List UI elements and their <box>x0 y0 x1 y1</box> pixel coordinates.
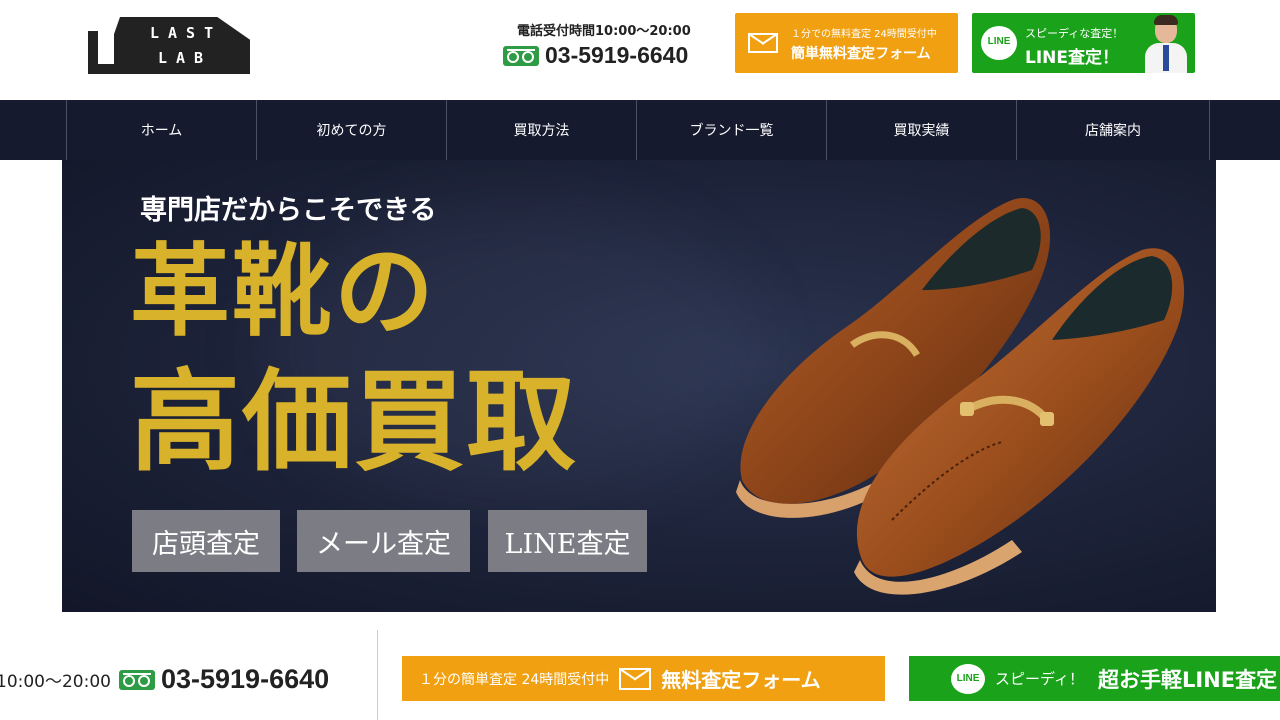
mail-icon <box>748 33 778 53</box>
badge-mail-assessment: メール査定 <box>297 510 470 572</box>
hero-title-line2: 高価買取 <box>130 357 578 486</box>
nav-item-purchase-results[interactable]: 買取実績 <box>826 100 1016 160</box>
phone-number[interactable]: 03-5919-6640 <box>545 42 688 69</box>
divider <box>377 630 378 720</box>
bottom-phone[interactable]: 10:00〜20:00 03-5919-6640 <box>0 664 329 695</box>
nav-item-store-info[interactable]: 店舗案内 <box>1016 100 1210 160</box>
contact-bar: 10:00〜20:00 03-5919-6640 １分の簡単査定 24時間受付中… <box>0 612 1280 720</box>
nav-item-first-time[interactable]: 初めての方 <box>256 100 446 160</box>
freedial-icon <box>118 669 155 690</box>
line-assessment-button[interactable]: LINE スピーディな査定！ LINE査定！ <box>972 13 1195 73</box>
badge-line-assessment: LINE査定 <box>488 510 647 572</box>
nav-item-purchase-method[interactable]: 買取方法 <box>446 100 636 160</box>
bottom-line-label: 超お手軽LINE査定 <box>1097 667 1278 692</box>
freedial-icon <box>503 45 539 66</box>
bottom-phone-hours: 10:00〜20:00 <box>0 672 111 692</box>
bottom-line-button[interactable]: LINE スピーディ！ 超お手軽LINE査定 <box>909 656 1280 701</box>
badge-store-assessment: 店頭査定 <box>132 510 280 572</box>
mail-assessment-button[interactable]: １分での無料査定 24時間受付中 簡単無料査定フォーム <box>735 13 958 73</box>
header-phone[interactable]: 電話受付時間10:00〜20:00 03-5919-6640 <box>503 20 715 70</box>
bottom-line-caption: スピーディ！ <box>995 670 1084 688</box>
staff-photo <box>1141 15 1191 73</box>
line-button-label: LINE査定！ <box>1025 48 1119 68</box>
bottom-phone-number[interactable]: 03-5919-6640 <box>161 664 329 695</box>
logo-text-top: LAST <box>150 24 223 42</box>
leather-loafers-image <box>736 198 1185 595</box>
line-button-caption: スピーディな査定！ <box>1025 27 1124 40</box>
nav-item-brand-list[interactable]: ブランド一覧 <box>636 100 826 160</box>
mail-button-caption: １分での無料査定 24時間受付中 <box>791 29 937 40</box>
logo-l-mark <box>88 31 116 74</box>
mail-icon <box>619 667 652 690</box>
logo-text-bottom: LAB <box>158 49 213 67</box>
bottom-mail-form-button[interactable]: １分の簡単査定 24時間受付中 無料査定フォーム <box>402 656 885 701</box>
phone-hours: 電話受付時間10:00〜20:00 <box>517 24 691 39</box>
hero-title-line1: 革靴の <box>130 232 436 350</box>
bottom-mail-label: 無料査定フォーム <box>661 668 821 692</box>
main-nav: ホーム 初めての方 買取方法 ブランド一覧 買取実績 店舗案内 <box>0 100 1280 160</box>
line-icon: LINE <box>951 663 985 694</box>
site-header: LAST LAB 電話受付時間10:00〜20:00 03-5919-6640 … <box>0 0 1280 100</box>
line-icon: LINE <box>981 26 1017 60</box>
hero-banner: 専門店だからこそできる 革靴の 高価買取 店頭査定 メール査定 LINE査定 <box>62 160 1216 612</box>
nav-item-home[interactable]: ホーム <box>66 100 256 160</box>
mail-button-label: 簡単無料査定フォーム <box>791 46 931 62</box>
bottom-mail-caption: １分の簡単査定 24時間受付中 <box>419 671 610 688</box>
site-logo[interactable]: LAST LAB <box>88 17 250 74</box>
hero-subtitle: 専門店だからこそできる <box>140 195 437 226</box>
